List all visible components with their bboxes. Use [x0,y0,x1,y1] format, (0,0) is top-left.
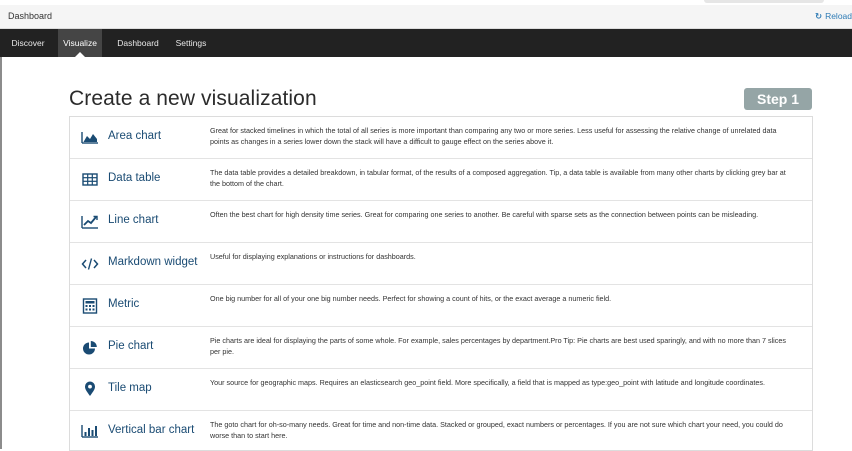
tab-settings[interactable]: Settings [170,29,212,57]
vis-row-metric[interactable]: Metric One big number for all of your on… [70,285,812,327]
area-chart-icon [81,129,99,145]
vis-name: Tile map [108,382,152,394]
vis-name: Pie chart [108,340,154,352]
tab-visualize[interactable]: Visualize [58,29,102,57]
vis-name: Metric [108,298,140,310]
tab-dashboard[interactable]: Dashboard [110,29,166,57]
vis-description: One big number for all of your one big n… [210,294,612,303]
vis-description: The goto chart for oh-so-many needs. Gre… [210,420,783,440]
pie-chart-icon [81,340,99,356]
left-edge [0,57,2,449]
vis-name: Vertical bar chart [108,424,195,436]
calculator-icon [81,298,99,314]
reload-label: Reload [825,11,852,21]
vis-row-vertical-bar-chart[interactable]: Vertical bar chart The goto chart for oh… [70,411,812,450]
reload-button[interactable]: ↻ Reload [815,11,852,22]
vis-description: Your source for geographic maps. Require… [210,378,765,387]
code-icon [81,256,99,272]
step-badge: Step 1 [744,88,812,110]
tab-discover[interactable]: Discover [0,29,56,57]
nav-bar: Discover Visualize Dashboard Settings [0,29,852,57]
scroll-hint [704,0,824,3]
vis-description: Great for stacked timelines in which the… [210,126,777,146]
vis-description: The data table provides a detailed break… [210,168,786,188]
vis-row-area-chart[interactable]: Area chart Great for stacked timelines i… [70,117,812,159]
vis-description: Often the best chart for high density ti… [210,210,759,219]
vis-row-tile-map[interactable]: Tile map Your source for geographic maps… [70,369,812,411]
vis-description: Pie charts are ideal for displaying the … [210,336,786,356]
vis-row-pie-chart[interactable]: Pie chart Pie charts are ideal for displ… [70,327,812,369]
bar-chart-icon [81,423,99,439]
vis-row-line-chart[interactable]: Line chart Often the best chart for high… [70,201,812,243]
vis-row-markdown-widget[interactable]: Markdown widget Useful for displaying ex… [70,243,812,285]
page-title: Create a new visualization [69,87,317,110]
map-marker-icon [81,381,99,397]
refresh-icon: ↻ [814,11,823,21]
visualization-list: Area chart Great for stacked timelines i… [69,116,813,451]
vis-name: Line chart [108,214,159,226]
title-bar: Dashboard ↻ Reload [0,5,852,29]
vis-name: Area chart [108,130,162,142]
line-chart-icon [81,214,99,230]
vis-name: Markdown widget [108,256,198,268]
vis-name: Data table [108,172,161,184]
table-icon [81,172,99,188]
vis-description: Useful for displaying explanations or in… [210,252,416,261]
vis-row-data-table[interactable]: Data table The data table provides a det… [70,159,812,201]
app-title: Dashboard [8,11,53,21]
